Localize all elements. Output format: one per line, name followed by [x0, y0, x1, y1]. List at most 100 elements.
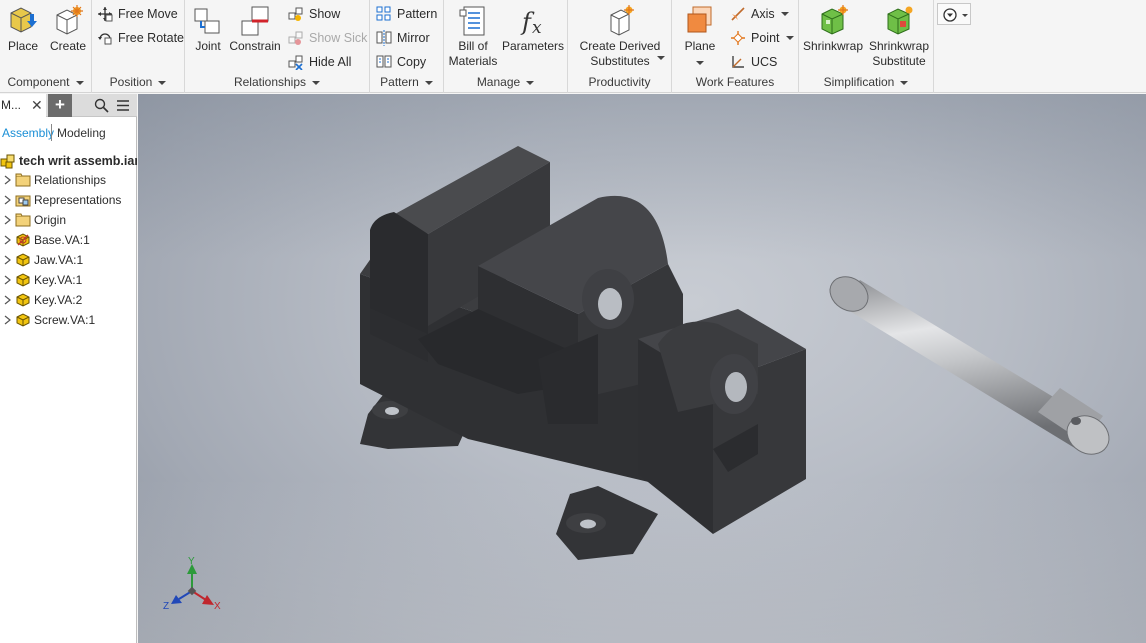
tree-item[interactable]: Jaw.VA:1 [0, 250, 137, 270]
chevron-right-icon[interactable] [2, 274, 14, 286]
panel-productivity: Create Derived Substitutes Productivity [568, 0, 672, 93]
chevron-down-icon[interactable] [900, 80, 909, 85]
free-rotate-icon [97, 30, 113, 46]
graphics-viewport[interactable]: Y X Z [138, 94, 1146, 643]
panel-title-work-features-text: Work Features [695, 75, 775, 89]
y-axis-label: Y [188, 556, 195, 567]
screw-part-model[interactable] [824, 270, 1117, 462]
place-button[interactable]: Place [4, 3, 42, 54]
shrinkwrap-substitute-icon [882, 3, 916, 39]
plane-icon [683, 3, 717, 39]
point-button[interactable]: Point [730, 28, 794, 48]
show-sick-button[interactable]: Show Sick [288, 28, 367, 48]
free-move-button[interactable]: Free Move [97, 4, 178, 24]
create-derived-substitutes-button[interactable]: Create Derived Substitutes [572, 3, 668, 69]
panel-title-component[interactable]: Component [0, 75, 91, 93]
model-canvas: Y X Z [163, 94, 1117, 612]
chevron-down-icon[interactable] [657, 56, 665, 60]
shrinkwrap-button[interactable]: Shrinkwrap [803, 3, 863, 54]
base-part-model[interactable] [360, 94, 683, 560]
z-axis-arrow-icon [171, 595, 182, 604]
part-icon [16, 273, 30, 287]
shrinkwrap-substitute-button[interactable]: Shrinkwrap Substitute [867, 3, 931, 69]
tree-item[interactable]: Base.VA:1 [0, 230, 137, 250]
show-button[interactable]: Show [288, 4, 340, 24]
show-sick-label: Show Sick [309, 31, 368, 45]
axis-button[interactable]: Axis [730, 4, 789, 24]
tree-root-assembly[interactable]: tech writ assemb.iam [0, 152, 137, 170]
mode-modeling-link[interactable]: Modeling [57, 126, 106, 140]
panel-title-simplification[interactable]: Simplification [799, 75, 933, 93]
chevron-down-icon [158, 80, 167, 85]
menu-icon[interactable] [116, 99, 130, 112]
ucs-icon [730, 54, 746, 70]
add-browser-tab-button[interactable]: + [48, 94, 72, 117]
chevron-right-icon[interactable] [2, 294, 14, 306]
chevron-right-icon[interactable] [2, 314, 14, 326]
point-icon [730, 30, 746, 46]
show-icon [288, 6, 304, 22]
browser-tab-label: M... [1, 98, 21, 112]
tree-item[interactable]: Key.VA:1 [0, 270, 137, 290]
chevron-down-icon[interactable] [785, 36, 794, 40]
panel-title-component-text: Component [7, 75, 70, 89]
free-move-label: Free Move [118, 7, 178, 21]
bom-label-2: Materials [448, 54, 498, 68]
plane-button[interactable]: Plane [680, 3, 720, 68]
hide-all-button[interactable]: Hide All [288, 52, 351, 72]
hide-all-icon [288, 54, 304, 71]
panel-relationships: Joint Constrain Show Show Sick Hide All … [185, 0, 370, 93]
jaw-part-model[interactable] [638, 309, 806, 534]
derived-label-1: Create Derived [579, 39, 661, 53]
close-icon[interactable]: ✕ [31, 97, 43, 113]
chevron-right-icon[interactable] [2, 234, 14, 246]
bom-label-1: Bill of [458, 39, 488, 53]
panel-work-features: Plane Axis Point UCS Work Features [672, 0, 799, 93]
panel-title-manage[interactable]: Manage [444, 75, 567, 93]
joint-button[interactable]: Joint [190, 3, 226, 54]
panel-title-productivity: Productivity [568, 75, 671, 93]
chevron-down-icon [75, 80, 84, 85]
tree-item-label: Relationships [34, 173, 107, 187]
chevron-down-icon[interactable] [696, 60, 704, 65]
function-icon: f x [516, 3, 550, 39]
chevron-right-icon[interactable] [2, 174, 14, 186]
mode-assembly-link[interactable]: Assembly [2, 126, 54, 140]
panel-title-pattern[interactable]: Pattern [370, 75, 443, 93]
hide-all-label: Hide All [309, 55, 352, 69]
chevron-right-icon[interactable] [2, 254, 14, 266]
assembly-icon [0, 154, 15, 169]
x-axis-label: X [214, 601, 221, 612]
chevron-down-icon[interactable] [780, 12, 789, 16]
tree-item[interactable]: Representations [0, 190, 137, 210]
free-rotate-label: Free Rotate [118, 31, 185, 45]
create-icon [51, 3, 85, 39]
bill-of-materials-button[interactable]: Bill of Materials [448, 3, 498, 69]
panel-title-position[interactable]: Position [92, 75, 184, 93]
tree-item[interactable]: Screw.VA:1 [0, 310, 137, 330]
panel-title-relationships[interactable]: Relationships [185, 75, 369, 93]
free-rotate-button[interactable]: Free Rotate [97, 28, 184, 48]
ribbon-overflow-button[interactable] [937, 3, 971, 25]
create-label: Create [49, 39, 87, 53]
copy-button[interactable]: Copy [376, 52, 426, 72]
create-button[interactable]: Create [48, 3, 88, 54]
constrain-button[interactable]: Constrain [228, 3, 282, 54]
tree-item[interactable]: Key.VA:2 [0, 290, 137, 310]
chevron-right-icon[interactable] [2, 194, 14, 206]
parameters-button[interactable]: f x Parameters [502, 3, 564, 54]
tree-item[interactable]: Origin [0, 210, 137, 230]
representations-icon [15, 195, 31, 207]
panel-component: Place Create Component [0, 0, 92, 93]
tree-item[interactable]: Relationships [0, 170, 137, 190]
ucs-button[interactable]: UCS [730, 52, 777, 72]
pattern-button[interactable]: Pattern [376, 4, 437, 24]
parameters-label: Parameters [502, 39, 565, 53]
chevron-down-icon [526, 80, 535, 85]
search-icon[interactable] [94, 98, 109, 113]
constrain-icon [238, 3, 272, 39]
shrinkwrap-sub-label-1: Shrinkwrap [868, 39, 930, 53]
mirror-button[interactable]: Mirror [376, 28, 430, 48]
ucs-label: UCS [751, 55, 778, 69]
chevron-right-icon[interactable] [2, 214, 14, 226]
